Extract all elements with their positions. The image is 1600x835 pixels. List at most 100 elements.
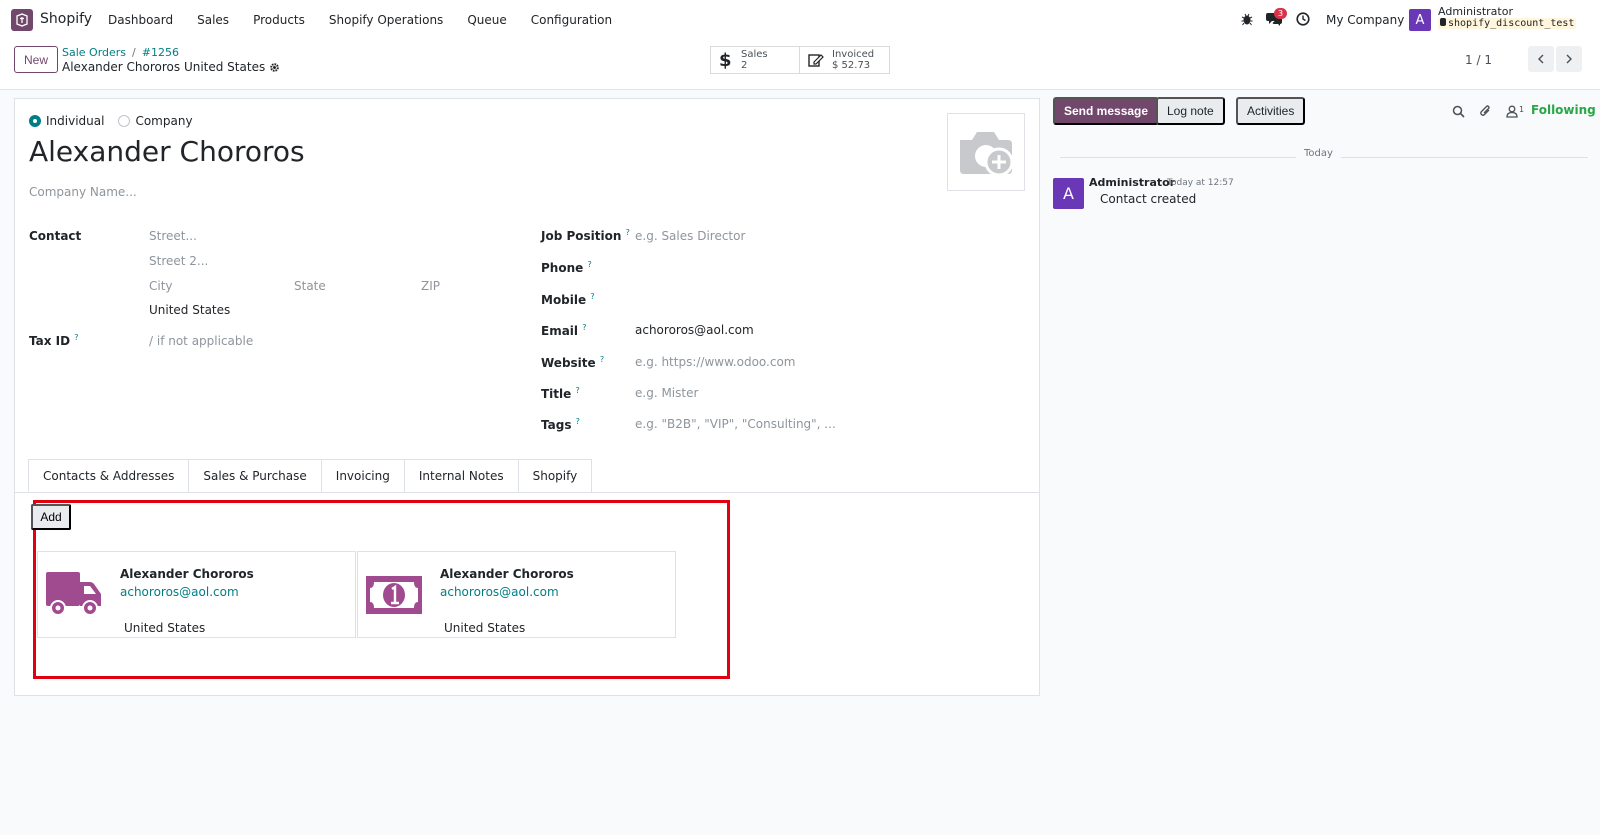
date-separator-label: Today <box>1296 148 1341 159</box>
job-position-input[interactable]: e.g. Sales Director <box>635 229 745 243</box>
db-name: shopify_discount_test <box>1448 18 1575 29</box>
sales-stat-value: 2 <box>741 60 748 71</box>
country-input[interactable]: United States <box>149 303 230 317</box>
user-name[interactable]: Administrator <box>1438 5 1513 18</box>
state-input[interactable]: State <box>294 279 326 293</box>
mobile-help[interactable]: ? <box>590 292 594 301</box>
zip-input[interactable]: ZIP <box>421 279 440 293</box>
job-position-help[interactable]: ? <box>626 228 630 237</box>
tags-help[interactable]: ? <box>576 417 580 426</box>
pager-next-button[interactable] <box>1556 46 1582 72</box>
email-label: Email ? <box>541 323 586 338</box>
title-input[interactable]: e.g. Mister <box>635 386 698 400</box>
send-message-button[interactable]: Send message <box>1053 97 1160 125</box>
job-position-label-text: Job Position <box>541 229 622 243</box>
contact-card[interactable]: Alexander Chororos achororos@aol.com Uni… <box>37 551 356 638</box>
tab-contacts-addresses[interactable]: Contacts & Addresses <box>28 459 190 492</box>
menu-sales[interactable]: Sales <box>197 13 229 27</box>
message-author-avatar[interactable]: A <box>1053 178 1084 209</box>
radio-company-label: Company <box>135 114 193 128</box>
title-label: Title ? <box>541 386 580 401</box>
chevron-right-icon <box>1566 54 1572 64</box>
gear-icon[interactable] <box>269 62 280 73</box>
city-input[interactable]: City <box>149 279 173 293</box>
invoiced-stat-button[interactable]: Invoiced $ 52.73 <box>800 46 890 74</box>
tags-label-text: Tags <box>541 418 572 432</box>
tab-sales-purchase[interactable]: Sales & Purchase <box>188 459 322 492</box>
pager-previous-button[interactable] <box>1528 46 1554 72</box>
truck-icon <box>46 572 101 616</box>
notebook-tabs: Contacts & Addresses Sales & Purchase In… <box>28 459 593 492</box>
title-help[interactable]: ? <box>575 386 579 395</box>
radio-checked-icon <box>29 115 41 127</box>
mobile-label-text: Mobile <box>541 293 587 307</box>
activities-button[interactable]: Activities <box>1236 97 1306 125</box>
chatter-panel: Send message Log note Activities 1 Follo… <box>1040 90 1600 835</box>
contact-label: Contact <box>29 229 82 243</box>
clock-icon[interactable] <box>1296 12 1310 26</box>
website-help[interactable]: ? <box>600 355 604 364</box>
following-button[interactable]: Following <box>1531 103 1596 117</box>
tax-id-help[interactable]: ? <box>74 333 78 342</box>
menu-products[interactable]: Products <box>253 13 305 27</box>
card-country: United States <box>444 621 526 635</box>
avatar-upload[interactable] <box>947 113 1025 191</box>
mobile-label: Mobile ? <box>541 292 595 307</box>
phone-help[interactable]: ? <box>587 260 591 269</box>
website-label-text: Website <box>541 356 596 370</box>
menu-dashboard[interactable]: Dashboard <box>108 13 173 27</box>
record-title: Alexander Chororos United States <box>62 60 280 74</box>
radio-individual[interactable]: Individual <box>29 114 104 128</box>
radio-company[interactable]: Company <box>118 114 193 128</box>
control-panel: New Sale Orders / #1256 Alexander Choror… <box>0 40 1600 90</box>
invoiced-stat-value: $ 52.73 <box>832 60 871 71</box>
menu-queue[interactable]: Queue <box>467 13 506 27</box>
message-body: Contact created <box>1100 192 1197 206</box>
search-icon[interactable] <box>1452 105 1465 118</box>
invoiced-stat-label: Invoiced <box>832 49 875 60</box>
company-name-field[interactable]: Company Name... <box>29 185 137 199</box>
sales-stat-button[interactable]: $ Sales 2 <box>710 46 800 74</box>
menu-shopify-operations[interactable]: Shopify Operations <box>329 13 443 27</box>
card-email-link[interactable]: achororos@aol.com <box>120 585 239 599</box>
app-logo-icon[interactable] <box>11 9 33 31</box>
tab-shopify[interactable]: Shopify <box>517 459 593 492</box>
db-badge: shopify_discount_test <box>1438 18 1577 29</box>
phone-label: Phone ? <box>541 260 592 275</box>
email-input[interactable]: achororos@aol.com <box>635 323 754 337</box>
money-icon <box>366 576 422 614</box>
followers-button[interactable]: 1 <box>1506 105 1524 118</box>
followers-count: 1 <box>1519 104 1525 114</box>
top-navbar: Shopify Dashboard Sales Products Shopify… <box>0 0 1600 40</box>
card-email-link[interactable]: achororos@aol.com <box>440 585 559 599</box>
dollar-icon: $ <box>719 49 732 71</box>
tags-input[interactable]: e.g. "B2B", "VIP", "Consulting", ... <box>635 417 836 431</box>
menu-configuration[interactable]: Configuration <box>531 13 612 27</box>
street-input[interactable]: Street... <box>149 229 197 243</box>
partner-name-field[interactable]: Alexander Chororos <box>29 135 305 168</box>
log-note-button[interactable]: Log note <box>1156 97 1225 125</box>
breadcrumb-sale-orders[interactable]: Sale Orders <box>62 46 126 59</box>
sales-stat-label: Sales <box>741 49 768 60</box>
tax-id-label: Tax ID ? <box>29 333 79 348</box>
message-author[interactable]: Administrator <box>1089 176 1175 189</box>
contact-card[interactable]: Alexander Chororos achororos@aol.com Uni… <box>357 551 676 638</box>
bug-icon[interactable] <box>1240 12 1254 26</box>
email-help[interactable]: ? <box>582 323 586 332</box>
app-name[interactable]: Shopify <box>40 11 92 27</box>
tab-invoicing[interactable]: Invoicing <box>320 459 405 492</box>
new-button[interactable]: New <box>14 46 58 73</box>
breadcrumb-order[interactable]: #1256 <box>142 46 179 59</box>
paperclip-icon[interactable] <box>1479 104 1492 118</box>
tax-id-input[interactable]: / if not applicable <box>149 334 253 348</box>
website-label: Website ? <box>541 355 604 370</box>
user-avatar[interactable]: A <box>1409 9 1431 31</box>
message-timestamp: Today at 12:57 <box>1167 178 1234 188</box>
tab-internal-notes[interactable]: Internal Notes <box>403 459 519 492</box>
job-position-label: Job Position ? <box>541 228 630 243</box>
street2-input[interactable]: Street 2... <box>149 254 208 268</box>
add-contact-button[interactable]: Add <box>31 504 71 530</box>
company-switcher[interactable]: My Company <box>1326 13 1404 27</box>
website-input[interactable]: e.g. https://www.odoo.com <box>635 355 796 369</box>
pager-value[interactable]: 1 / 1 <box>1465 53 1492 67</box>
